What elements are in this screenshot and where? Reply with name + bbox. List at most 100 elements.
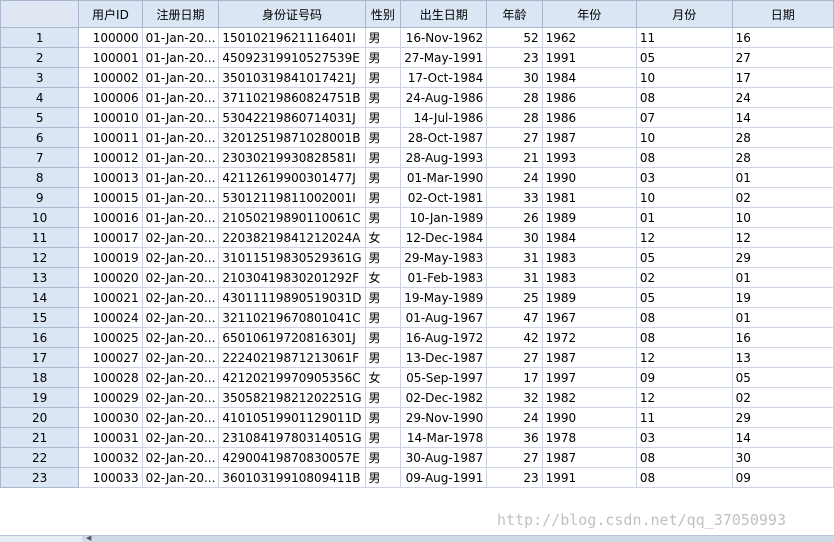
cell-month[interactable]: 08	[635, 447, 733, 468]
cell-age[interactable]: 24	[486, 167, 543, 188]
cell-id-number[interactable]: 53012119811002001I	[218, 187, 366, 208]
cell-user-id[interactable]: 100020	[78, 267, 143, 288]
cell-id-number[interactable]: 42900419870830057E	[218, 447, 366, 468]
cell-birth-date[interactable]: 09-Aug-1991	[400, 467, 488, 488]
cell-age[interactable]: 28	[486, 87, 543, 108]
cell-birth-date[interactable]: 24-Aug-1986	[400, 87, 488, 108]
column-header-gender[interactable]: 性别	[364, 0, 402, 28]
cell-gender[interactable]: 男	[364, 247, 402, 268]
cell-month[interactable]: 05	[635, 47, 733, 68]
cell-year[interactable]: 1991	[541, 467, 637, 488]
cell-birth-date[interactable]: 29-Nov-1990	[400, 407, 488, 428]
cell-day[interactable]: 27	[731, 47, 834, 68]
cell-birth-date[interactable]: 01-Mar-1990	[400, 167, 488, 188]
cell-id-number[interactable]: 42120219970905356C	[218, 367, 366, 388]
cell-day[interactable]: 16	[731, 327, 834, 348]
cell-month[interactable]: 12	[635, 387, 733, 408]
cell-user-id[interactable]: 100029	[78, 387, 143, 408]
cell-month[interactable]: 03	[635, 167, 733, 188]
cell-age[interactable]: 52	[486, 27, 543, 48]
cell-gender[interactable]: 男	[364, 27, 402, 48]
cell-gender[interactable]: 男	[364, 467, 402, 488]
cell-month[interactable]: 08	[635, 147, 733, 168]
cell-day[interactable]: 19	[731, 287, 834, 308]
cell-user-id[interactable]: 100001	[78, 47, 143, 68]
row-number[interactable]: 19	[0, 387, 80, 408]
cell-gender[interactable]: 女	[364, 227, 402, 248]
cell-year[interactable]: 1989	[541, 287, 637, 308]
cell-gender[interactable]: 女	[364, 367, 402, 388]
cell-gender[interactable]: 女	[364, 267, 402, 288]
cell-id-number[interactable]: 42112619900301477J	[218, 167, 366, 188]
cell-day[interactable]: 05	[731, 367, 834, 388]
cell-birth-date[interactable]: 28-Aug-1993	[400, 147, 488, 168]
cell-year[interactable]: 1983	[541, 247, 637, 268]
cell-day[interactable]: 10	[731, 207, 834, 228]
cell-register-date[interactable]: 02-Jan-20...	[141, 287, 220, 308]
cell-month[interactable]: 05	[635, 247, 733, 268]
cell-register-date[interactable]: 02-Jan-20...	[141, 227, 220, 248]
row-number[interactable]: 7	[0, 147, 80, 168]
cell-month[interactable]: 10	[635, 127, 733, 148]
row-number[interactable]: 12	[0, 247, 80, 268]
cell-user-id[interactable]: 100027	[78, 347, 143, 368]
cell-user-id[interactable]: 100017	[78, 227, 143, 248]
cell-user-id[interactable]: 100025	[78, 327, 143, 348]
cell-day[interactable]: 01	[731, 307, 834, 328]
cell-year[interactable]: 1978	[541, 427, 637, 448]
cell-birth-date[interactable]: 13-Dec-1987	[400, 347, 488, 368]
row-number[interactable]: 17	[0, 347, 80, 368]
column-header-user-id[interactable]: 用户ID	[78, 0, 143, 28]
cell-month[interactable]: 12	[635, 227, 733, 248]
cell-month[interactable]: 08	[635, 307, 733, 328]
cell-birth-date[interactable]: 28-Oct-1987	[400, 127, 488, 148]
cell-id-number[interactable]: 15010219621116401I	[218, 27, 366, 48]
column-header-day[interactable]: 日期	[731, 0, 834, 28]
cell-register-date[interactable]: 01-Jan-20...	[141, 207, 220, 228]
row-number[interactable]: 2	[0, 47, 80, 68]
cell-id-number[interactable]: 21050219890110061C	[218, 207, 366, 228]
cell-gender[interactable]: 男	[364, 67, 402, 88]
cell-day[interactable]: 13	[731, 347, 834, 368]
cell-gender[interactable]: 男	[364, 427, 402, 448]
cell-month[interactable]: 08	[635, 87, 733, 108]
cell-user-id[interactable]: 100019	[78, 247, 143, 268]
column-header-year[interactable]: 年份	[541, 0, 637, 28]
cell-age[interactable]: 25	[486, 287, 543, 308]
cell-birth-date[interactable]: 01-Feb-1983	[400, 267, 488, 288]
cell-gender[interactable]: 男	[364, 147, 402, 168]
cell-gender[interactable]: 男	[364, 187, 402, 208]
column-header-birth-date[interactable]: 出生日期	[400, 0, 488, 28]
cell-user-id[interactable]: 100012	[78, 147, 143, 168]
cell-register-date[interactable]: 01-Jan-20...	[141, 167, 220, 188]
cell-day[interactable]: 02	[731, 387, 834, 408]
cell-birth-date[interactable]: 02-Oct-1981	[400, 187, 488, 208]
cell-gender[interactable]: 男	[364, 307, 402, 328]
cell-month[interactable]: 11	[635, 27, 733, 48]
cell-year[interactable]: 1993	[541, 147, 637, 168]
row-number[interactable]: 3	[0, 67, 80, 88]
cell-gender[interactable]: 男	[364, 287, 402, 308]
cell-age[interactable]: 28	[486, 107, 543, 128]
cell-id-number[interactable]: 45092319910527539E	[218, 47, 366, 68]
cell-day[interactable]: 16	[731, 27, 834, 48]
cell-month[interactable]: 03	[635, 427, 733, 448]
cell-user-id[interactable]: 100032	[78, 447, 143, 468]
cell-age[interactable]: 17	[486, 367, 543, 388]
row-number[interactable]: 22	[0, 447, 80, 468]
cell-register-date[interactable]: 02-Jan-20...	[141, 367, 220, 388]
cell-user-id[interactable]: 100006	[78, 87, 143, 108]
cell-year[interactable]: 1990	[541, 167, 637, 188]
cell-gender[interactable]: 男	[364, 47, 402, 68]
cell-id-number[interactable]: 22240219871213061F	[218, 347, 366, 368]
row-number[interactable]: 1	[0, 27, 80, 48]
cell-gender[interactable]: 男	[364, 447, 402, 468]
scrollbar-thumb[interactable]	[82, 536, 834, 542]
cell-age[interactable]: 23	[486, 47, 543, 68]
cell-birth-date[interactable]: 02-Dec-1982	[400, 387, 488, 408]
cell-day[interactable]: 14	[731, 427, 834, 448]
cell-id-number[interactable]: 37110219860824751B	[218, 87, 366, 108]
cell-gender[interactable]: 男	[364, 407, 402, 428]
cell-id-number[interactable]: 32110219670801041C	[218, 307, 366, 328]
cell-register-date[interactable]: 01-Jan-20...	[141, 47, 220, 68]
